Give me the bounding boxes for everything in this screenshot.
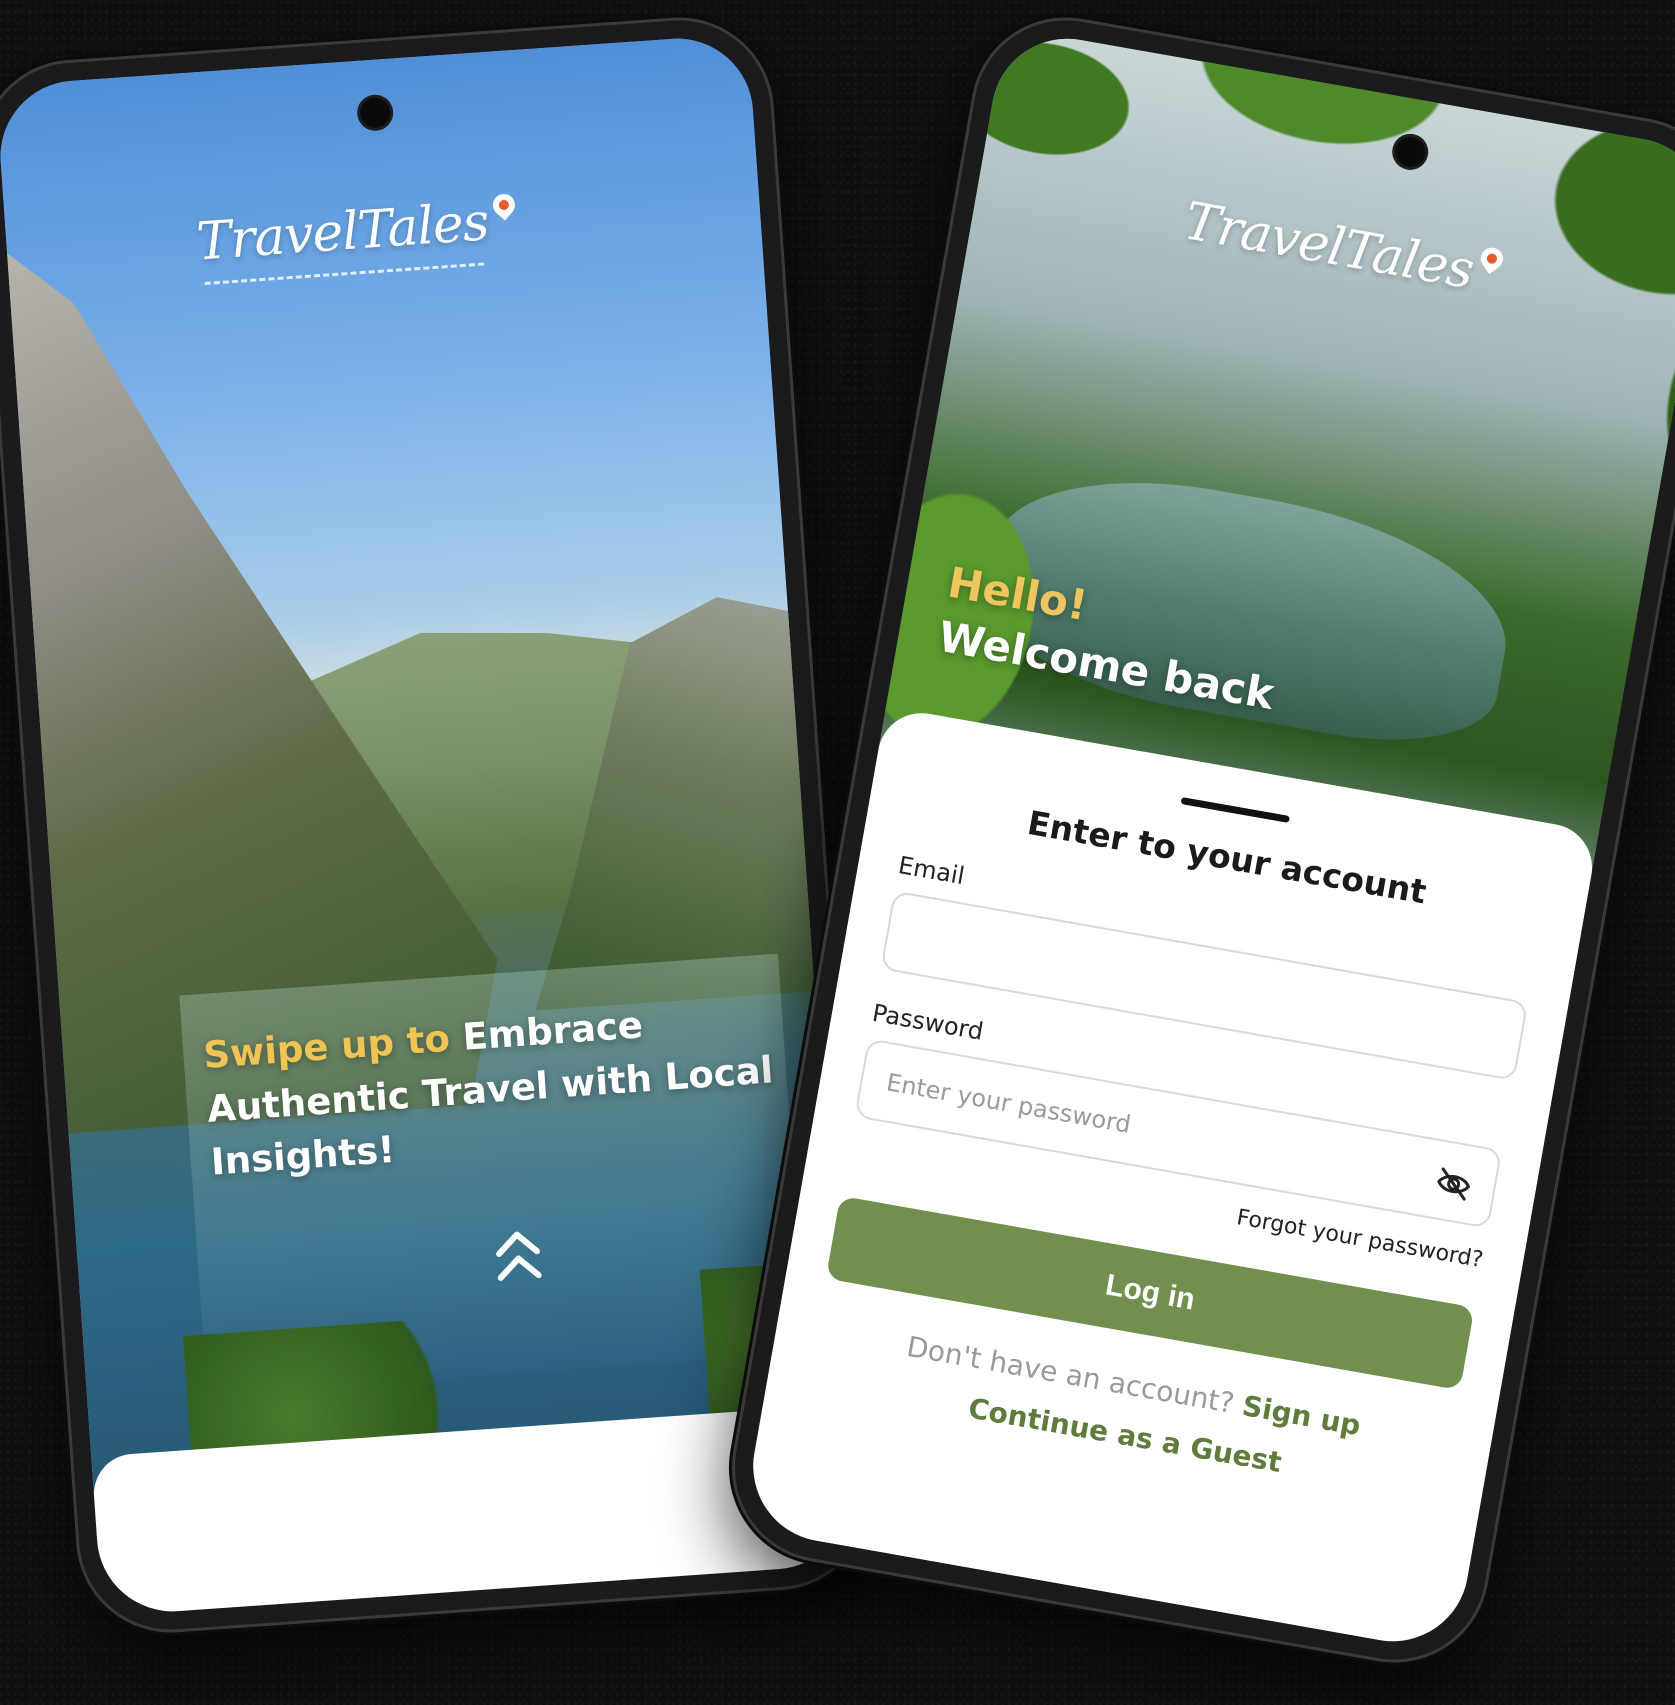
- eye-off-icon[interactable]: [1433, 1163, 1475, 1205]
- email-label: Email: [896, 851, 967, 891]
- tagline-accent: Swipe up to: [202, 1016, 452, 1077]
- password-placeholder: Enter your password: [884, 1068, 1134, 1139]
- phone-welcome: TravelTales Swipe up to Embrace Authenti…: [0, 14, 874, 1636]
- double-chevron-up-icon[interactable]: [491, 1221, 546, 1294]
- password-label: Password: [870, 998, 986, 1046]
- login-screen: TravelTales Hello! Welcome back Enter to…: [741, 26, 1675, 1654]
- sheet-grabber[interactable]: [1180, 796, 1291, 823]
- welcome-screen[interactable]: TravelTales Swipe up to Embrace Authenti…: [0, 33, 855, 1617]
- password-field[interactable]: Enter your password: [854, 1038, 1503, 1229]
- phone-login: TravelTales Hello! Welcome back Enter to…: [720, 5, 1675, 1675]
- signup-link[interactable]: Sign up: [1240, 1389, 1363, 1442]
- email-field[interactable]: [880, 890, 1529, 1082]
- login-sheet: Enter to your account Email Password Ent…: [741, 706, 1600, 1654]
